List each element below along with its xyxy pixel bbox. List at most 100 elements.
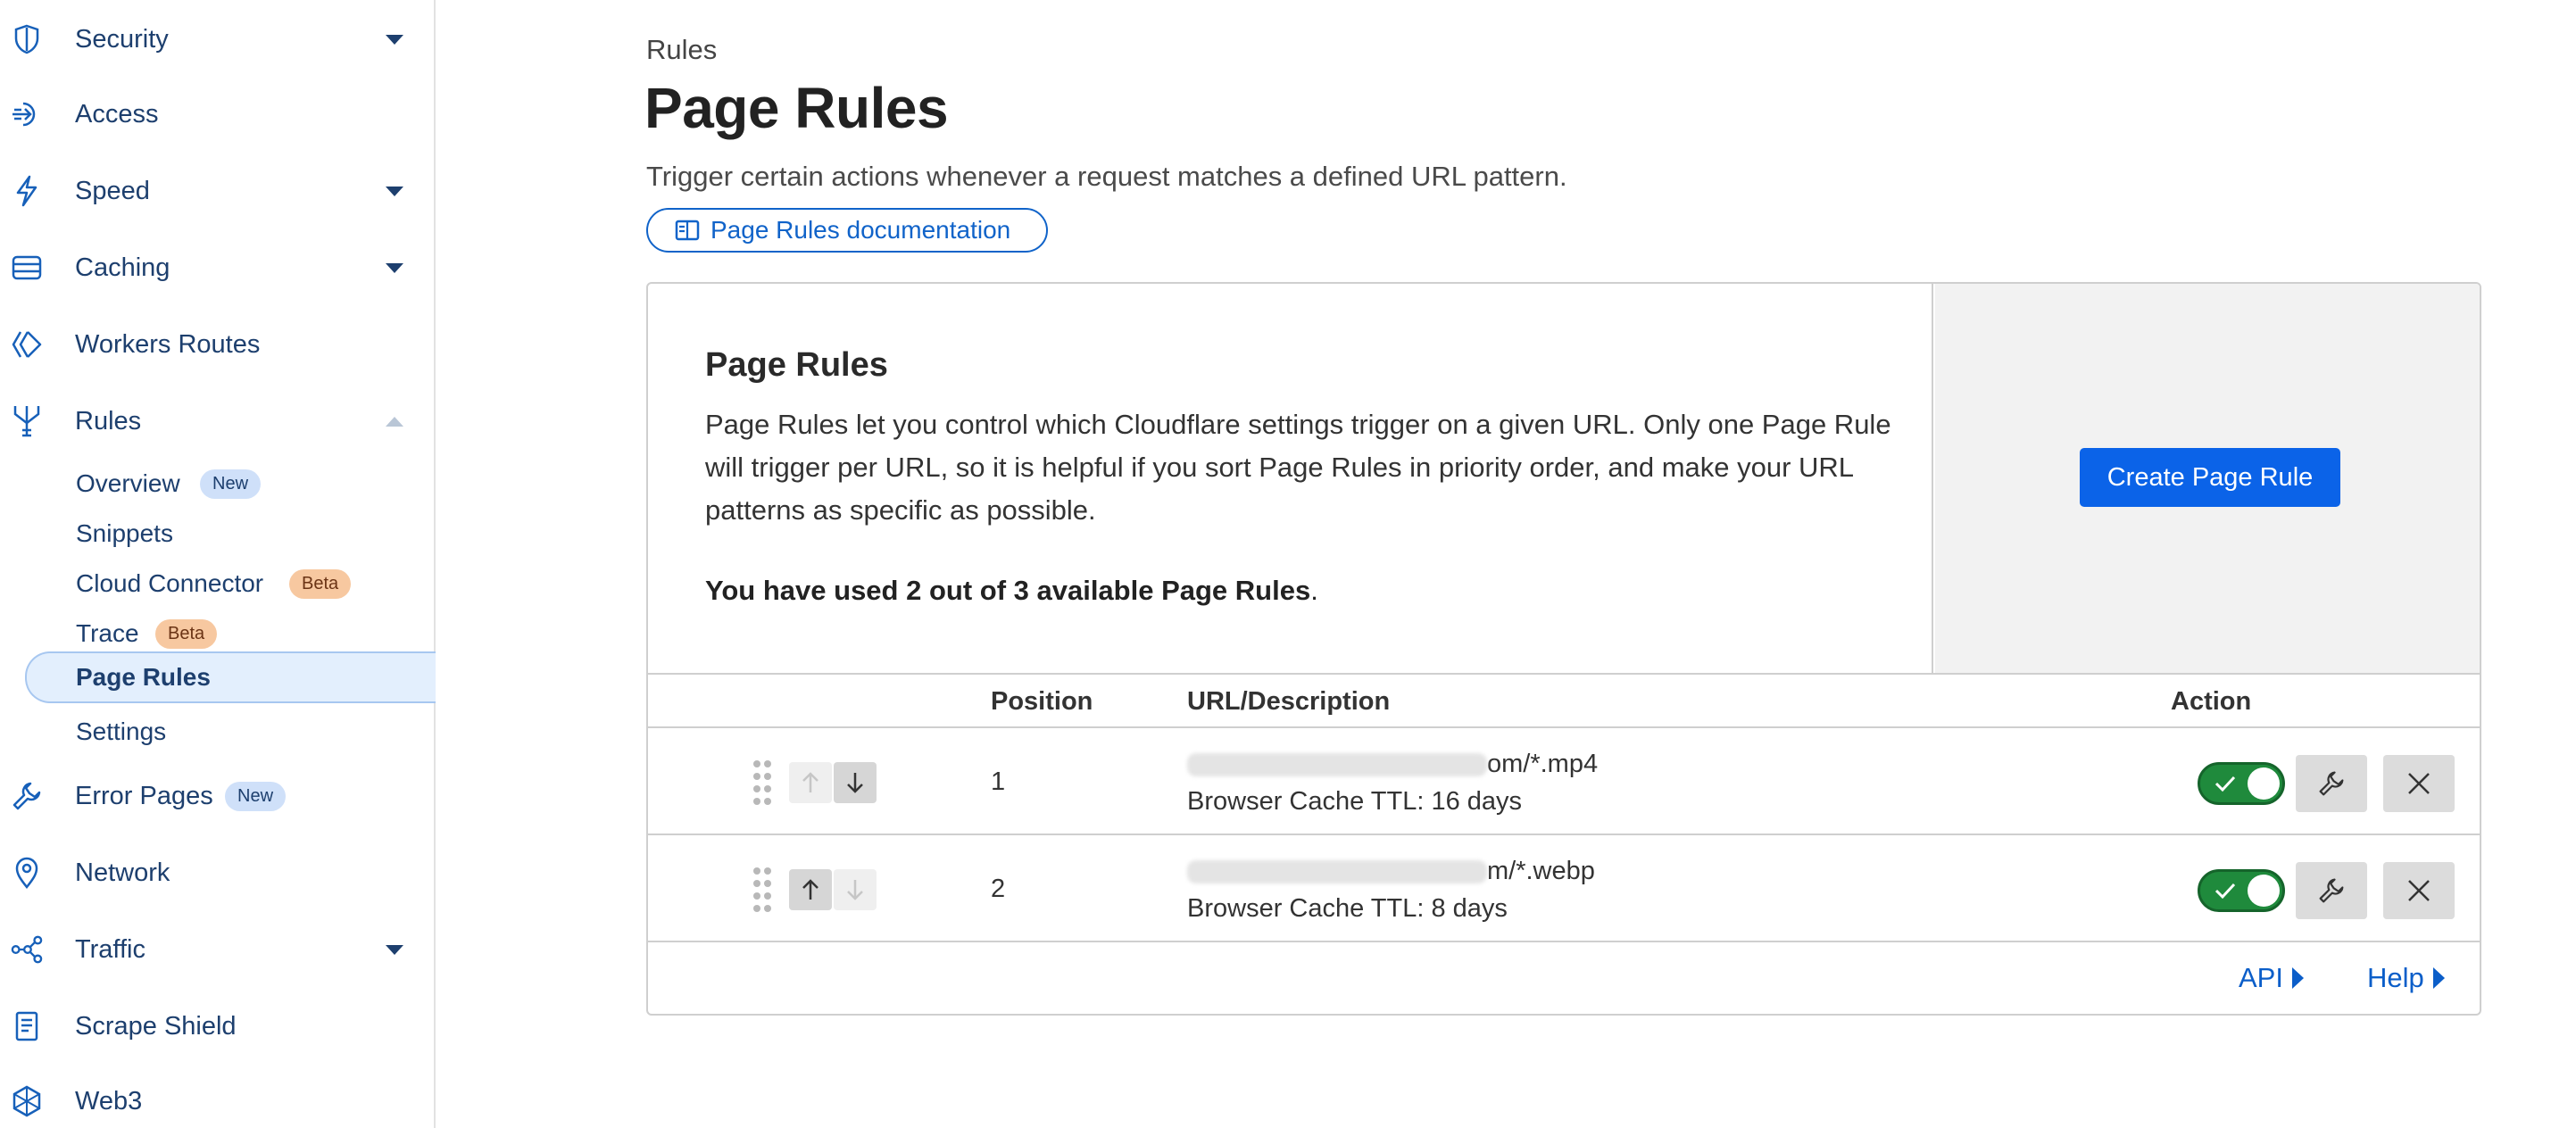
card-action-panel: Create Page Rule bbox=[1935, 284, 2480, 673]
redacted-domain bbox=[1187, 860, 1487, 884]
sidebar-item-label: Error Pages bbox=[75, 781, 213, 810]
new-badge: New bbox=[200, 469, 262, 499]
rule-description: Browser Cache TTL: 16 days bbox=[1187, 787, 1523, 816]
card-header: Page Rules Page Rules let you control wh… bbox=[648, 284, 2480, 675]
rule-position: 1 bbox=[991, 767, 1006, 796]
new-badge: New bbox=[225, 781, 287, 811]
sidebar-subitem-label: Trace bbox=[76, 619, 139, 647]
sidebar-item-traffic[interactable]: Traffic bbox=[0, 912, 434, 987]
sidebar-item-workers-routes[interactable]: Workers Routes bbox=[0, 307, 434, 382]
sidebar-item-web3[interactable]: Web3 bbox=[0, 1064, 434, 1128]
sidebar-item-label: Scrape Shield bbox=[75, 1011, 237, 1041]
sidebar-item-security[interactable]: Security bbox=[0, 2, 434, 77]
sidebar-item-label: Access bbox=[75, 99, 159, 129]
toggle-knob bbox=[2248, 767, 2280, 800]
sidebar-item-speed[interactable]: Speed bbox=[0, 153, 434, 228]
arrow-down-icon bbox=[847, 773, 863, 793]
sidebar-subitem-settings[interactable]: Settings bbox=[25, 707, 436, 757]
sidebar-subitem-page-rules[interactable]: Page Rules bbox=[25, 651, 436, 703]
sidebar-item-label: Workers Routes bbox=[75, 329, 261, 359]
close-icon bbox=[2408, 773, 2430, 794]
rule-position: 2 bbox=[991, 875, 1006, 903]
location-pin-icon bbox=[11, 857, 43, 889]
create-page-rule-button[interactable]: Create Page Rule bbox=[2080, 448, 2340, 507]
sidebar-subitem-snippets[interactable]: Snippets bbox=[25, 509, 436, 559]
breadcrumb: Rules bbox=[646, 34, 718, 65]
sidebar-subitem-cloud-connector[interactable]: Cloud Connector Beta bbox=[25, 559, 436, 609]
wrench-icon bbox=[11, 780, 43, 812]
caret-right-icon bbox=[2291, 967, 2304, 989]
document-icon bbox=[11, 1010, 43, 1042]
chevron-down-icon bbox=[386, 34, 403, 45]
rule-enabled-toggle[interactable] bbox=[2198, 869, 2285, 912]
sidebar-subitem-label: Page Rules bbox=[76, 663, 211, 691]
rules-fork-icon bbox=[11, 405, 43, 437]
edit-rule-button[interactable] bbox=[2296, 755, 2367, 812]
chevron-down-icon bbox=[386, 262, 403, 273]
move-down-button[interactable] bbox=[834, 869, 877, 910]
sidebar-item-label: Speed bbox=[75, 176, 150, 205]
delete-rule-button[interactable] bbox=[2383, 862, 2455, 919]
wrench-icon bbox=[2319, 878, 2344, 903]
table-row: 2 m/*.webp Browser Cache TTL: 8 days bbox=[648, 837, 2480, 942]
rule-url: om/*.mp4 bbox=[1187, 750, 1598, 779]
table-header: Position URL/Description Action bbox=[648, 675, 2480, 728]
column-header-position: Position bbox=[991, 687, 1093, 716]
move-up-button[interactable] bbox=[789, 762, 832, 803]
shield-icon bbox=[11, 23, 43, 55]
drag-handle-icon[interactable] bbox=[753, 760, 771, 805]
help-link-label: Help bbox=[2367, 962, 2424, 993]
web3-icon bbox=[11, 1085, 43, 1117]
sidebar-item-caching[interactable]: Caching bbox=[0, 230, 434, 305]
sidebar-subitem-label: Settings bbox=[76, 717, 167, 745]
usage-tail: . bbox=[1310, 575, 1318, 606]
drag-handle-icon[interactable] bbox=[753, 867, 771, 912]
sidebar-item-label: Security bbox=[75, 24, 169, 54]
rule-enabled-toggle[interactable] bbox=[2198, 762, 2285, 805]
api-link[interactable]: API bbox=[2239, 962, 2304, 994]
chevron-down-icon bbox=[386, 944, 403, 955]
sidebar-item-access[interactable]: Access bbox=[0, 77, 434, 152]
page-title: Page Rules bbox=[644, 76, 949, 140]
sidebar-item-label: Rules bbox=[75, 406, 142, 435]
documentation-button[interactable]: Page Rules documentation bbox=[646, 208, 1048, 253]
page-rules-card: Page Rules Page Rules let you control wh… bbox=[646, 282, 2481, 1016]
sidebar-item-error-pages[interactable]: Error Pages New bbox=[0, 759, 434, 834]
move-down-button[interactable] bbox=[834, 762, 877, 803]
column-header-action: Action bbox=[2171, 687, 2252, 716]
sidebar-item-scrape-shield[interactable]: Scrape Shield bbox=[0, 989, 434, 1064]
close-icon bbox=[2408, 880, 2430, 901]
rule-url-suffix: m/*.webp bbox=[1487, 857, 1595, 885]
page-subtitle: Trigger certain actions whenever a reque… bbox=[646, 161, 1567, 192]
sidebar-subitem-label: Snippets bbox=[76, 519, 173, 547]
book-icon bbox=[675, 219, 700, 242]
delete-rule-button[interactable] bbox=[2383, 755, 2455, 812]
sidebar-item-label: Caching bbox=[75, 253, 170, 282]
usage-count: You have used 2 out of 3 available Page … bbox=[705, 575, 1311, 606]
rule-url: m/*.webp bbox=[1187, 857, 1595, 886]
chevron-up-icon bbox=[386, 416, 403, 427]
chevron-down-icon bbox=[386, 186, 403, 196]
wrench-icon bbox=[2319, 771, 2344, 796]
help-link[interactable]: Help bbox=[2367, 962, 2445, 994]
sidebar-item-rules[interactable]: Rules bbox=[0, 384, 434, 459]
beta-badge: Beta bbox=[155, 618, 218, 649]
edit-rule-button[interactable] bbox=[2296, 862, 2367, 919]
arrow-up-icon bbox=[802, 879, 819, 900]
checkmark-icon bbox=[2215, 776, 2236, 792]
card-info-panel: Page Rules Page Rules let you control wh… bbox=[648, 284, 1933, 673]
sidebar-item-network[interactable]: Network bbox=[0, 835, 434, 910]
documentation-button-label: Page Rules documentation bbox=[710, 216, 1011, 244]
sidebar-item-label: Traffic bbox=[75, 934, 145, 964]
column-header-url: URL/Description bbox=[1187, 687, 1391, 716]
checkmark-icon bbox=[2215, 883, 2236, 900]
arrow-up-icon bbox=[802, 772, 819, 792]
card-description: Page Rules let you control which Cloudfl… bbox=[705, 409, 1891, 526]
rule-url-suffix: om/*.mp4 bbox=[1487, 750, 1599, 778]
arrow-down-icon bbox=[847, 880, 863, 900]
move-up-button[interactable] bbox=[789, 869, 832, 910]
caret-right-icon bbox=[2432, 967, 2445, 989]
sidebar-subitem-overview[interactable]: Overview New bbox=[25, 459, 436, 509]
sidebar-item-label: Network bbox=[75, 858, 170, 887]
api-link-label: API bbox=[2239, 962, 2283, 993]
